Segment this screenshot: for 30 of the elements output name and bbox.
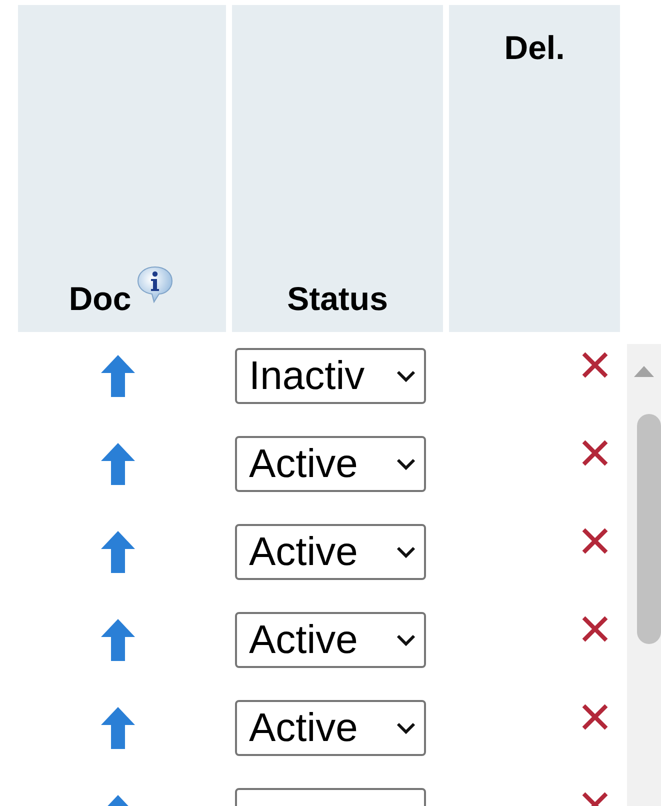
dropdown-value: Active [249,442,359,486]
caret-icon[interactable] [396,546,416,558]
scrollbar[interactable] [627,344,661,806]
header-label: Doc [68,280,132,318]
caret-icon[interactable] [396,458,416,470]
delete-icon[interactable] [580,526,610,556]
status-dropdown[interactable]: Inactiv [235,348,426,404]
delete-icon[interactable] [580,702,610,732]
up-arrow-icon[interactable] [100,354,136,398]
status-dropdown[interactable]: Active [235,524,426,580]
header-label: Del. [504,29,565,67]
dropdown-value: Active [249,706,359,750]
status-dropdown[interactable]: Active [235,436,426,492]
up-arrow-icon[interactable] [100,530,136,574]
status-dropdown[interactable]: Active [235,612,426,668]
status-dropdown[interactable]: Active [235,700,426,756]
caret-icon[interactable] [396,370,416,382]
caret-icon[interactable] [396,722,416,734]
delete-icon[interactable] [580,438,610,468]
up-arrow-icon[interactable] [100,706,136,750]
dropdown-value: Active [249,618,359,662]
delete-icon[interactable] [580,614,610,644]
up-arrow-icon[interactable] [100,618,136,662]
up-arrow-icon[interactable] [100,442,136,486]
header-label: Status [287,280,388,318]
caret-icon[interactable] [396,634,416,646]
dropdown-value: Active [249,530,359,574]
info-icon[interactable] [135,264,176,304]
dropdown-value: Inactiv [249,354,366,398]
delete-icon[interactable] [580,350,610,380]
